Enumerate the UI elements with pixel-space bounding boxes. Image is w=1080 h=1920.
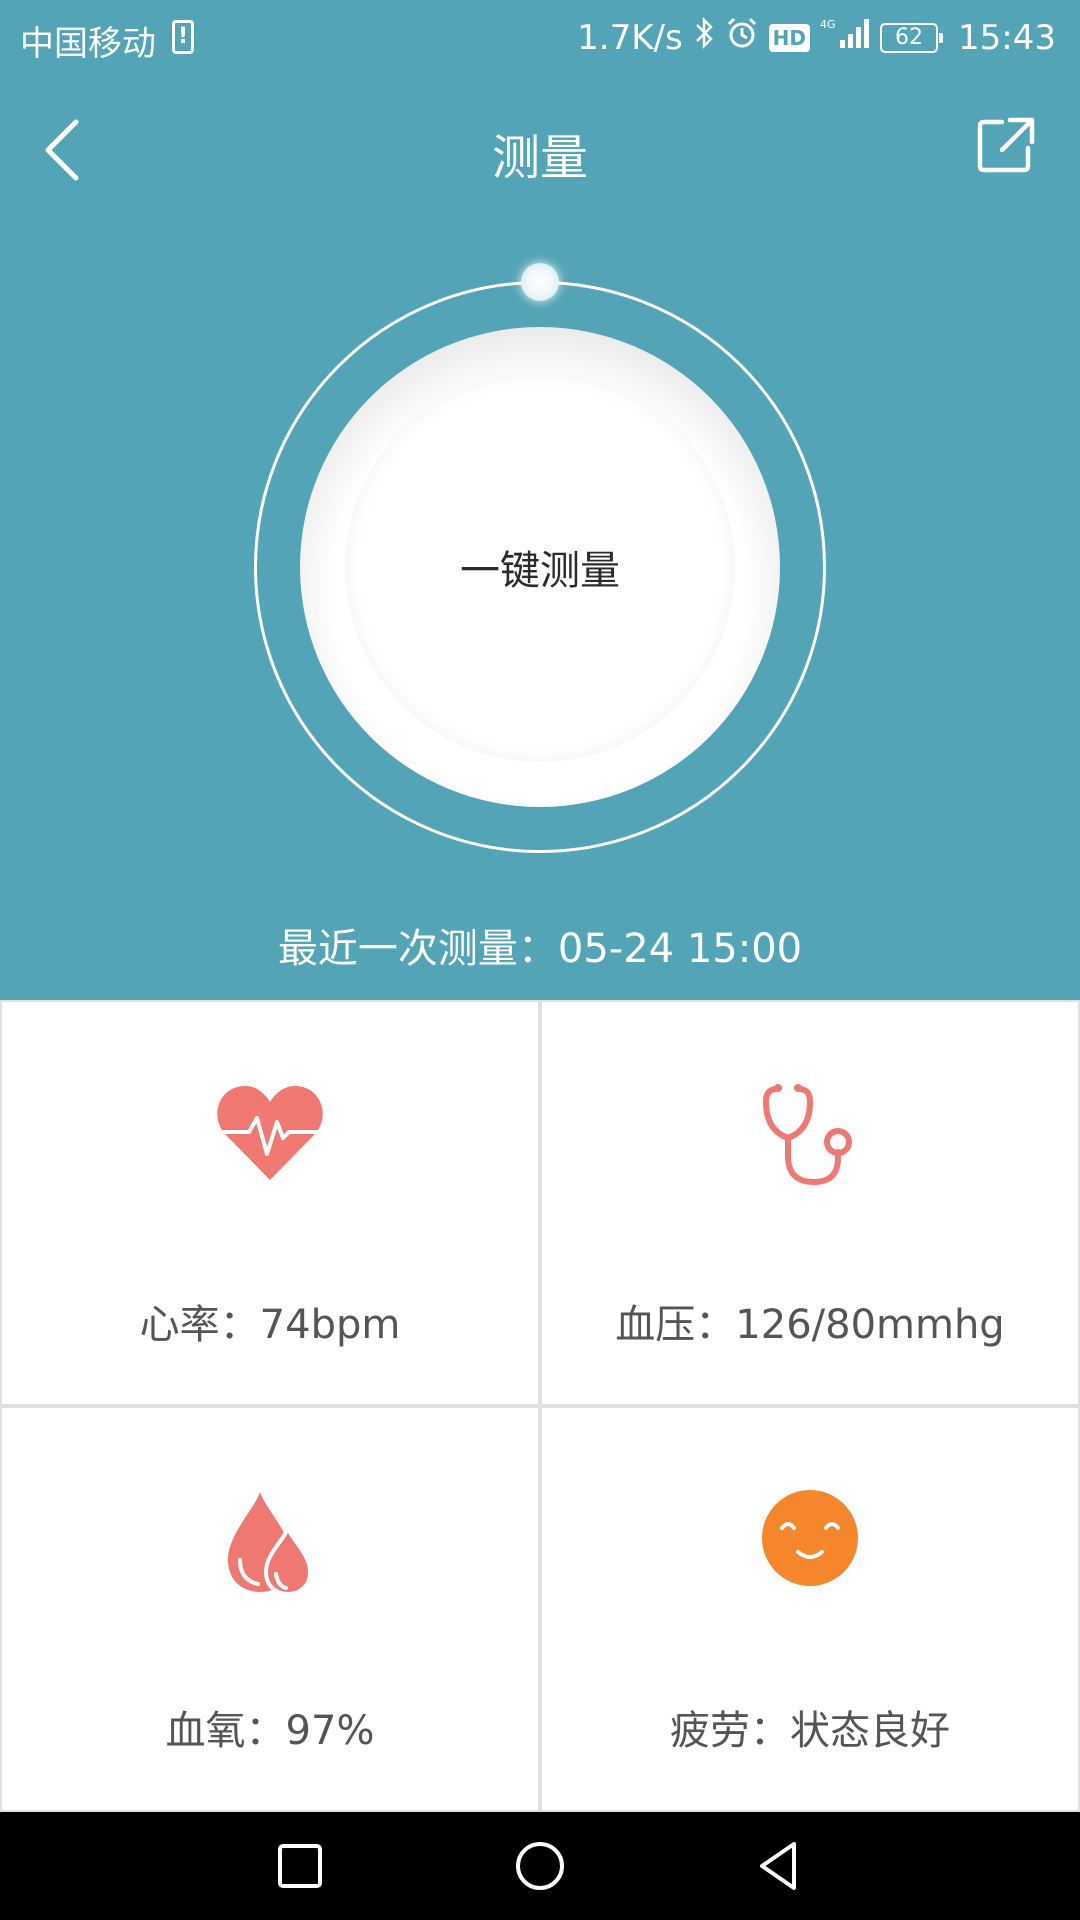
- blood-pressure-value: 126/80mmhg: [735, 1302, 1005, 1348]
- measure-screen: 中国移动 ! 1.7K/s HD 4G 62 15:43 测量 一键测量 最近一…: [0, 0, 1080, 1920]
- battery-icon: 62: [880, 22, 944, 53]
- metric-blood-oxygen[interactable]: 血氧：97%: [2, 1408, 538, 1810]
- metric-fatigue[interactable]: 疲劳：状态良好: [542, 1408, 1078, 1810]
- heart-rate-label: 心率：: [139, 1302, 260, 1348]
- fatigue-label: 疲劳：: [670, 1708, 790, 1754]
- clock: 15:43: [958, 17, 1056, 58]
- share-button[interactable]: [976, 116, 1036, 176]
- status-right: 1.7K/s HD 4G 62 15:43: [577, 16, 1056, 59]
- page-title: 测量: [491, 130, 588, 186]
- fatigue-value: 状态良好: [790, 1708, 950, 1754]
- last-measure-info: 最近一次测量：05-24 15:00: [0, 916, 1080, 974]
- blood-pressure-label: 血压：: [615, 1302, 736, 1348]
- carrier-name: 中国移动: [20, 24, 156, 64]
- app-bar: 测量: [0, 76, 1080, 226]
- net-speed: 1.7K/s: [577, 17, 683, 58]
- heart-rate-value: 74bpm: [259, 1302, 401, 1348]
- metrics-grid: 心率：74bpm 血压：126/80mmhg 血氧：97% 疲劳：状态良好: [0, 1000, 1080, 1812]
- square-icon: [278, 1844, 322, 1888]
- bluetooth-icon: [693, 16, 715, 59]
- last-measure-label: 最近一次测量：: [277, 926, 558, 972]
- status-bar: 中国移动 ! 1.7K/s HD 4G 62 15:43: [0, 0, 1080, 76]
- heart-rate-icon: [217, 1086, 323, 1180]
- hd-badge: HD: [768, 23, 811, 52]
- system-nav-bar: [0, 1812, 1080, 1920]
- header-panel: 中国移动 ! 1.7K/s HD 4G 62 15:43 测量 一键测量 最近一…: [0, 0, 1080, 1000]
- circle-icon: [516, 1842, 564, 1890]
- last-measure-time: 05-24 15:00: [557, 926, 803, 972]
- ring-indicator-dot: [521, 263, 559, 301]
- metric-heart-rate[interactable]: 心率：74bpm: [2, 1002, 538, 1404]
- signal-icon: 4G: [820, 16, 870, 59]
- battery-warning-icon: !: [172, 20, 194, 54]
- recent-apps-button[interactable]: [268, 1834, 332, 1898]
- measure-button-label: 一键测量: [460, 548, 620, 594]
- system-back-button[interactable]: [748, 1834, 812, 1898]
- alarm-icon: [725, 16, 759, 59]
- stethoscope-icon: [762, 1084, 852, 1186]
- home-button[interactable]: [508, 1834, 572, 1898]
- signal-type-text: 4G: [820, 18, 836, 31]
- metric-blood-pressure[interactable]: 血压：126/80mmhg: [542, 1002, 1078, 1404]
- one-key-measure-button[interactable]: 一键测量: [345, 372, 735, 762]
- blood-oxygen-label: 血氧：: [165, 1708, 286, 1754]
- share-external-icon: [977, 117, 1035, 173]
- blood-oxygen-value: 97%: [285, 1708, 375, 1754]
- blood-drops-icon: [228, 1492, 313, 1597]
- smiley-face-icon: [762, 1490, 858, 1586]
- triangle-back-icon: [760, 1842, 796, 1890]
